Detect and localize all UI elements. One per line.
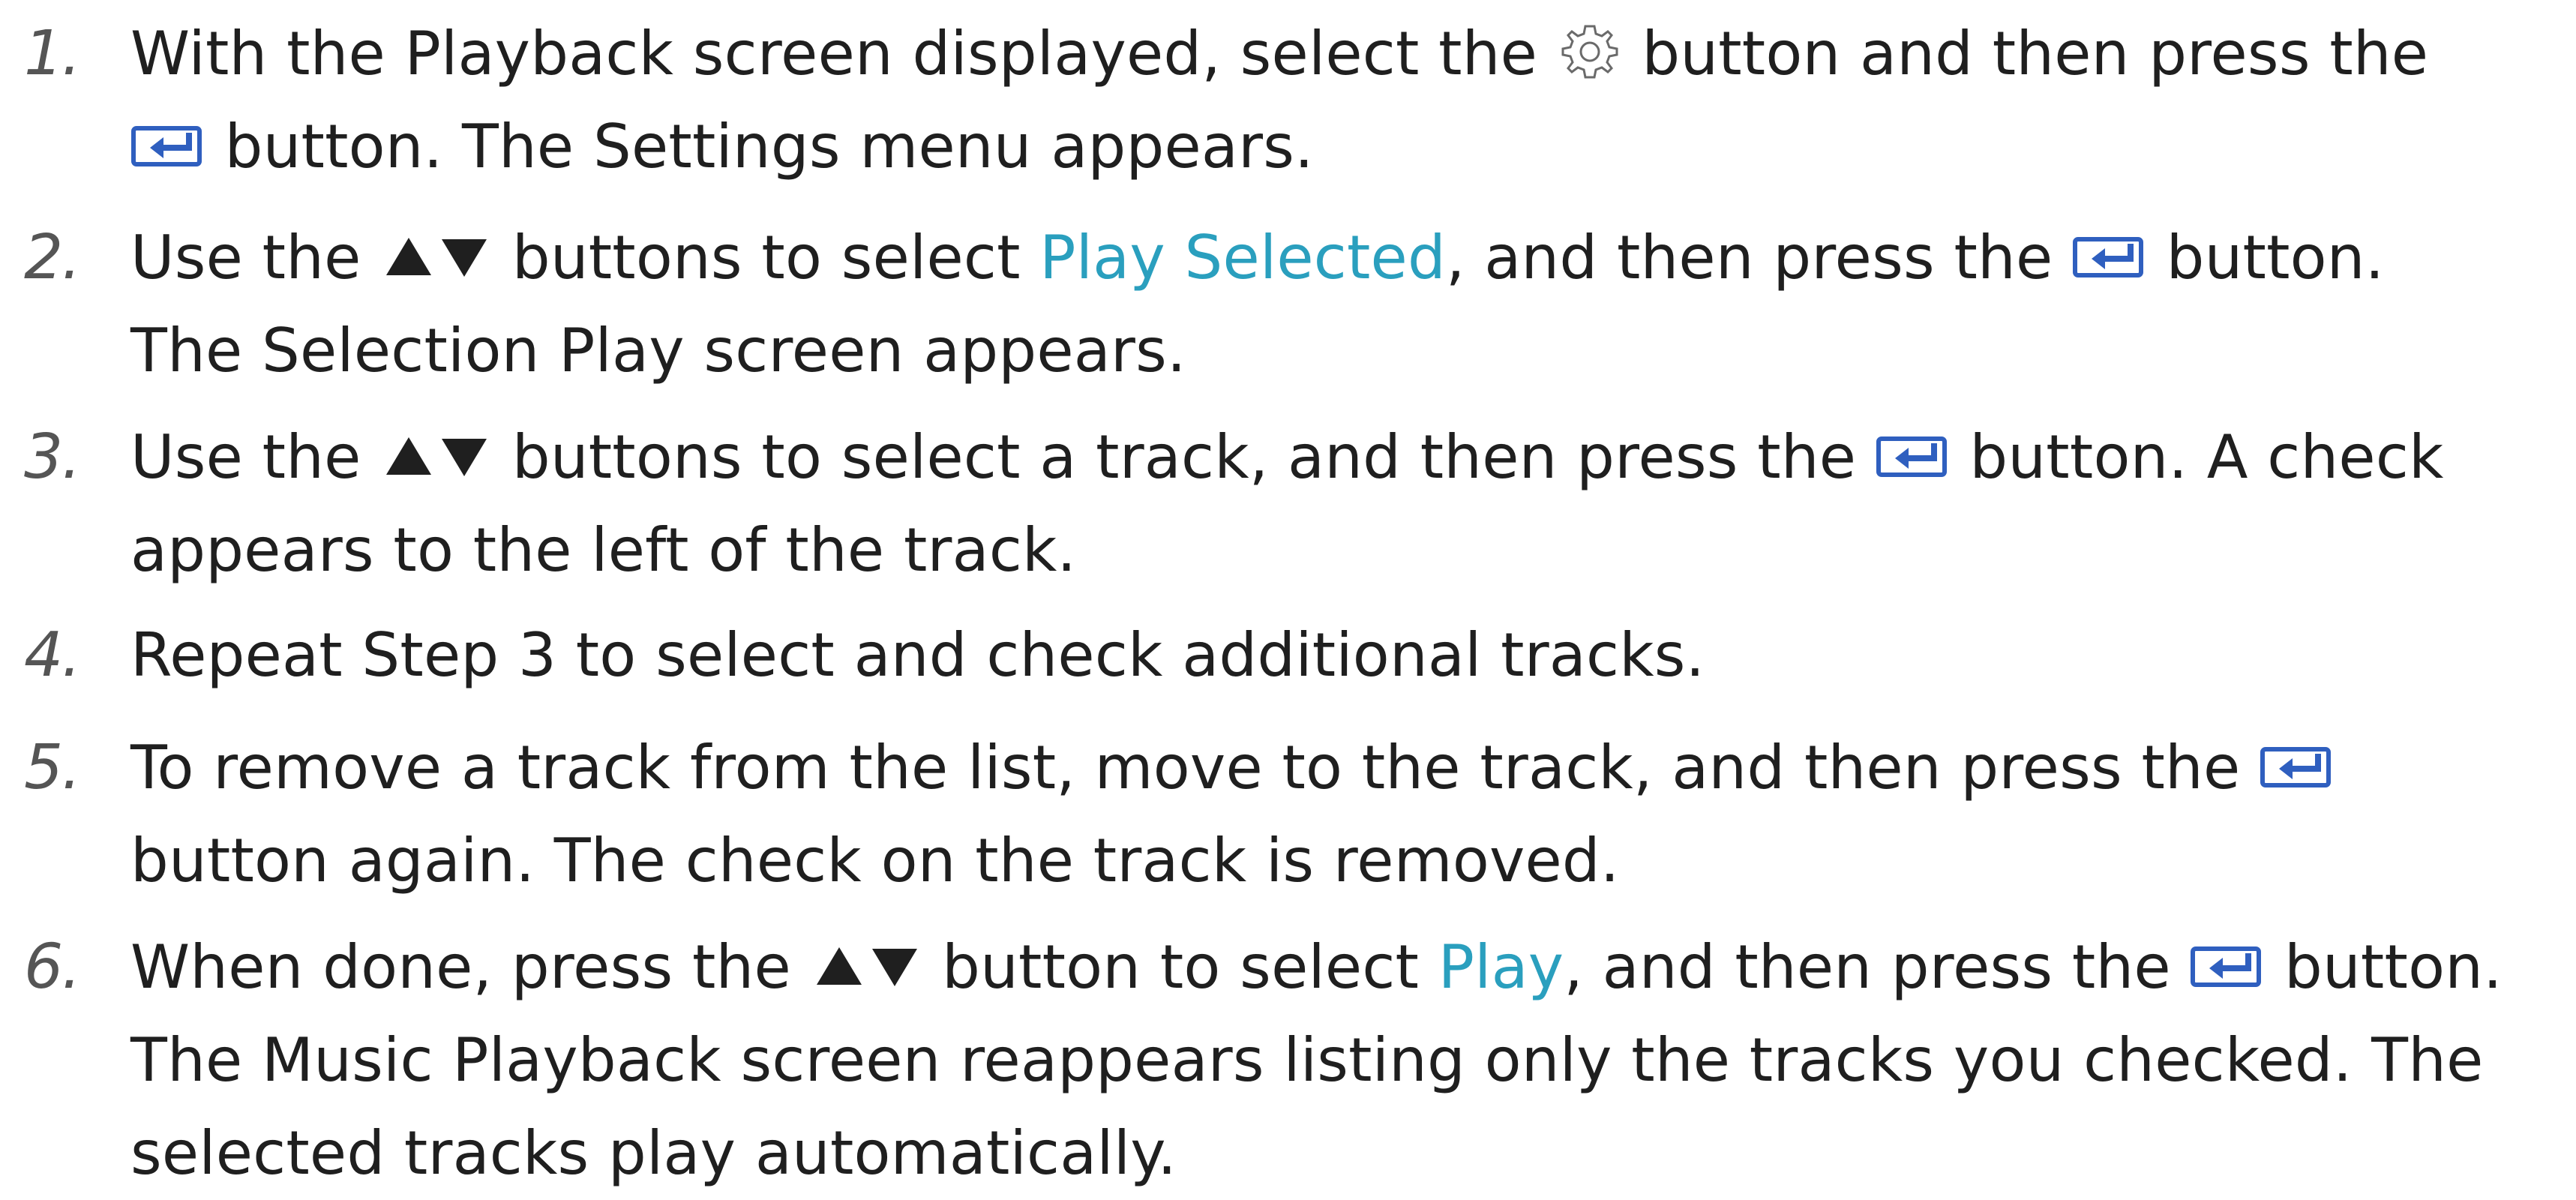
step-text: Use the buttons to select Play Selected,… (130, 223, 2385, 386)
step-number: 2. (24, 222, 81, 293)
step-number: 5. (24, 732, 81, 803)
up-down-arrows-icon (380, 433, 493, 481)
step-number: 6. (24, 932, 81, 1003)
up-down-arrows-icon (380, 233, 493, 281)
enter-icon (130, 122, 205, 170)
up-down-arrows-icon (811, 943, 923, 991)
step-text: Repeat Step 3 to select and check additi… (130, 620, 1705, 690)
step-number: 4. (24, 620, 81, 691)
step-text: With the Playback screen displayed, sele… (130, 19, 2429, 182)
enter-icon (2190, 943, 2265, 991)
enter-icon (2072, 233, 2147, 281)
instruction-steps: 1. With the Playback screen displayed, s… (0, 0, 2576, 1188)
highlight-term: Play (1438, 932, 1564, 1002)
enter-icon (2260, 743, 2335, 791)
gear-icon (1557, 19, 1623, 85)
step-text: To remove a track from the list, move to… (130, 722, 2568, 908)
step-text: When done, press the button to select Pl… (130, 932, 2503, 1188)
highlight-term: Play Selected (1039, 223, 1446, 292)
enter-icon (1876, 433, 1951, 481)
step-number: 3. (24, 422, 81, 493)
step-number: 1. (24, 18, 81, 89)
step-text: Use the buttons to select a track, and t… (130, 422, 2444, 585)
